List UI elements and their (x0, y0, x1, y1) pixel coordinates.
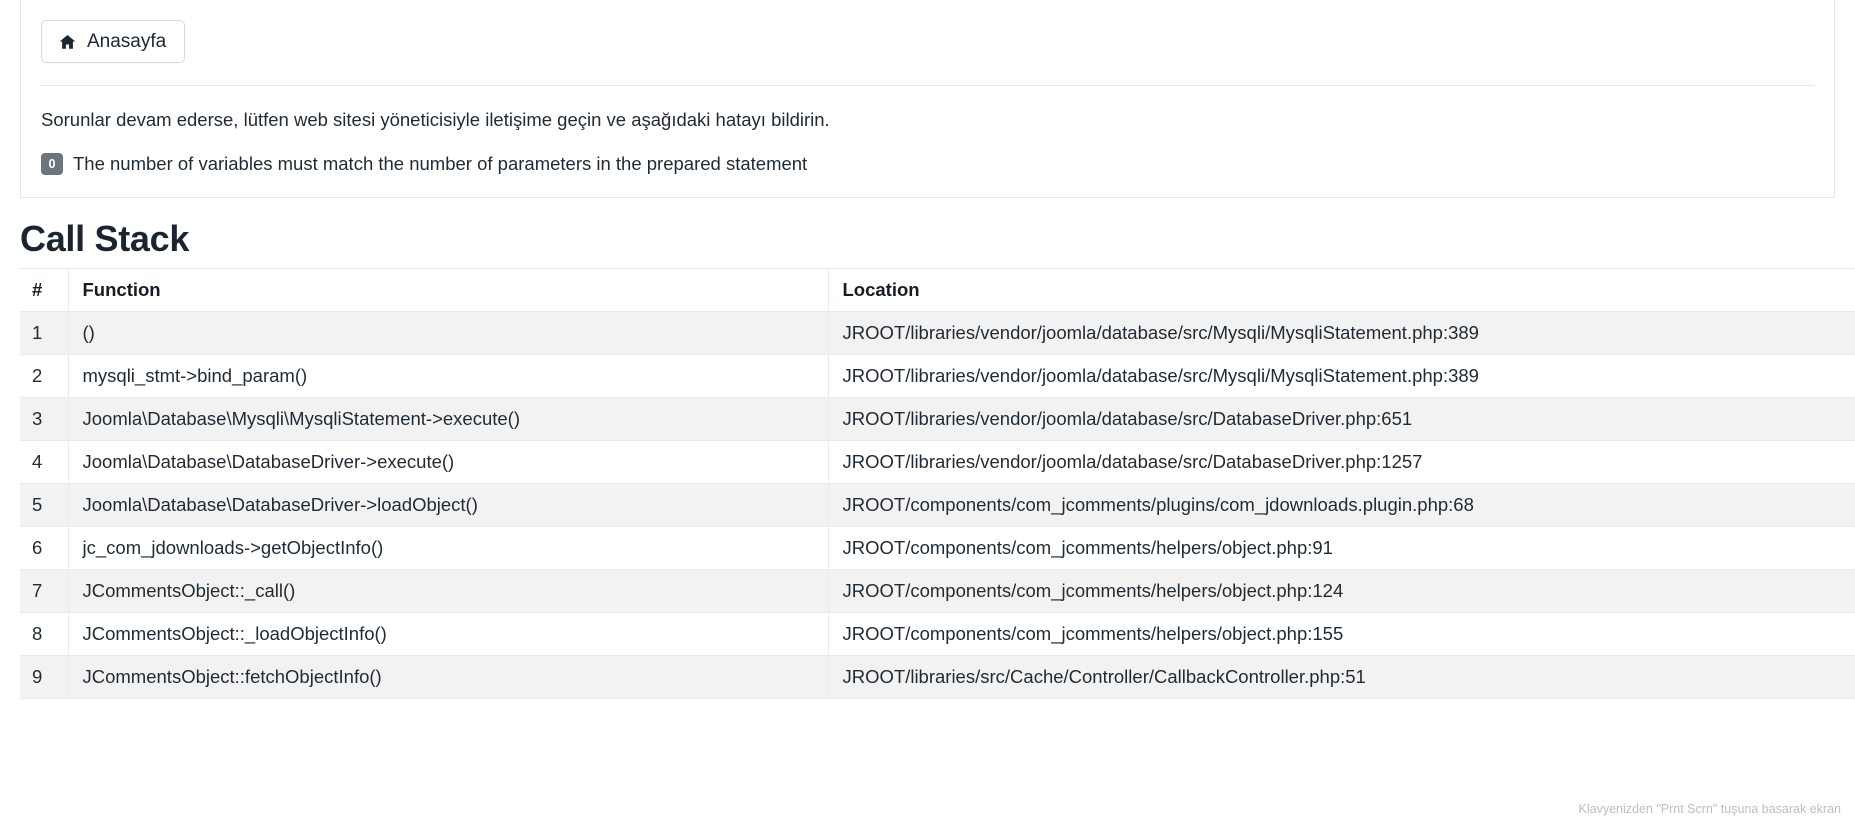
cell-index: 7 (20, 569, 68, 613)
error-page: Anasayfa Sorunlar devam ederse, lütfen w… (0, 0, 1855, 818)
column-header-index: # (20, 268, 68, 312)
screenshot-hint-watermark: Klavyenizden "Prnt Scrn" tuşuna basarak … (1578, 802, 1842, 816)
cell-index: 2 (20, 354, 68, 398)
cell-function: jc_com_jdownloads->getObjectInfo() (67, 526, 828, 570)
cell-index: 9 (20, 655, 68, 699)
table-row: 3 Joomla\Database\Mysqli\MysqliStatement-… (20, 397, 1855, 441)
call-stack-head: # Function Location (20, 268, 1855, 312)
cell-function: Joomla\Database\DatabaseDriver->execute(… (67, 440, 828, 484)
table-row: 9 JCommentsObject::fetchObjectInfo() JROOT… (20, 655, 1855, 699)
cell-function: JCommentsObject::fetchObjectInfo() (67, 655, 828, 699)
error-code-badge: 0 (41, 152, 63, 175)
panel-divider (41, 85, 1814, 86)
cell-location: JROOT/components/com_jcomments/plugins/c… (827, 483, 1855, 527)
table-row: 5 Joomla\Database\DatabaseDriver->loadObj… (20, 483, 1855, 527)
home-icon (58, 33, 77, 51)
error-message-text: The number of variables must match the n… (73, 152, 808, 174)
call-stack-body: 1() JROOT/libraries/vendor/joomla/databas… (20, 311, 1855, 699)
error-panel: Anasayfa Sorunlar devam ederse, lütfen w… (20, 0, 1835, 198)
cell-location: JROOT/components/com_jcomments/helpers/o… (827, 612, 1855, 656)
cell-location: JROOT/libraries/src/Cache/Controller/Cal… (827, 655, 1855, 699)
table-row: 6 jc_com_jdownloads->getObjectInfo() JROOT… (20, 526, 1855, 570)
column-header-location: Location (827, 268, 1855, 312)
cell-index: 5 (20, 483, 68, 527)
table-row: 4 Joomla\Database\DatabaseDriver->execute… (20, 440, 1855, 484)
call-stack-title: Call Stack (20, 218, 190, 259)
error-message-row: 0 The number of variables must match the… (41, 152, 1814, 175)
cell-index: 6 (20, 526, 68, 570)
table-row: 8 JCommentsObject::_loadObjectInfo() JROOT… (20, 612, 1855, 656)
cell-function: JCommentsObject::_loadObjectInfo() (67, 612, 828, 656)
cell-function: Joomla\Database\Mysqli\MysqliStatement->… (67, 397, 828, 441)
table-row: 1() JROOT/libraries/vendor/joomla/databas… (20, 311, 1855, 355)
cell-function: mysqli_stmt->bind_param() (67, 354, 828, 398)
column-header-function: Function (67, 268, 828, 312)
cell-function: Joomla\Database\DatabaseDriver->loadObje… (67, 483, 828, 527)
cell-index: 3 (20, 397, 68, 441)
cell-location: JROOT/components/com_jcomments/helpers/o… (827, 569, 1855, 613)
cell-index: 1 (20, 311, 68, 355)
table-row: 2 mysqli_stmt->bind_param() JROOT/librarie… (20, 354, 1855, 398)
cell-location: JROOT/libraries/vendor/joomla/database/s… (827, 354, 1855, 398)
cell-index: 4 (20, 440, 68, 484)
cell-location: JROOT/libraries/vendor/joomla/database/s… (827, 397, 1855, 441)
home-button[interactable]: Anasayfa (41, 20, 186, 63)
call-stack-table: # Function Location 1() JROOT/libraries/v… (20, 268, 1855, 699)
cell-function: JCommentsObject::_call() (67, 569, 828, 613)
home-button-label: Anasayfa (87, 31, 167, 52)
table-row: 7 JCommentsObject::_call() JROOT/component… (20, 569, 1855, 613)
cell-location: JROOT/libraries/vendor/joomla/database/s… (827, 440, 1855, 484)
cell-location: JROOT/libraries/vendor/joomla/database/s… (827, 311, 1855, 355)
cell-function: () (67, 311, 828, 355)
cell-index: 8 (20, 612, 68, 656)
error-hint-text: Sorunlar devam ederse, lütfen web sitesi… (41, 109, 830, 130)
table-header-row: # Function Location (20, 268, 1855, 312)
cell-location: JROOT/components/com_jcomments/helpers/o… (827, 526, 1855, 570)
call-stack-table-wrap: # Function Location 1() JROOT/libraries/v… (20, 268, 1855, 699)
